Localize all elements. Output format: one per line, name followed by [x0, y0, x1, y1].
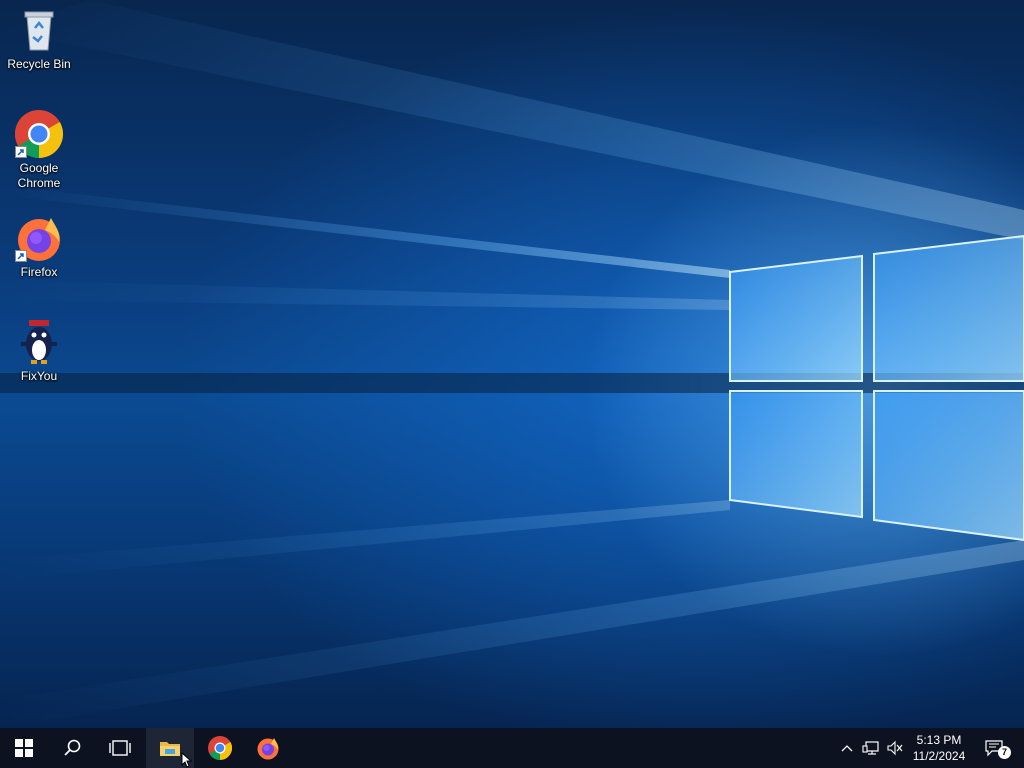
clock-date: 11/2/2024	[912, 749, 966, 763]
chrome-icon	[14, 109, 64, 158]
chevron-up-icon	[841, 745, 853, 752]
desktop-icon-fixyou[interactable]: FixYou	[4, 318, 74, 384]
desktop: Recycle Bin Google Chrome Firefox FixYou	[0, 0, 1024, 728]
wallpaper	[0, 0, 1024, 728]
desktop-icon-firefox[interactable]: Firefox	[4, 214, 74, 280]
recycle-bin-icon	[15, 6, 63, 54]
network-tray-button[interactable]	[860, 728, 882, 768]
windows-start-icon	[15, 739, 33, 757]
taskbar-chrome[interactable]	[196, 728, 244, 768]
mouse-cursor-icon	[181, 752, 193, 768]
clock-time: 5:13 PM	[916, 733, 962, 747]
start-button[interactable]	[0, 728, 48, 768]
firefox-icon	[257, 738, 279, 760]
chrome-icon	[208, 736, 232, 760]
shortcut-arrow-icon	[15, 250, 27, 262]
task-view-button[interactable]	[96, 728, 144, 768]
desktop-icon-label: Firefox	[20, 265, 58, 279]
search-icon	[64, 739, 81, 756]
taskbar-firefox[interactable]	[244, 728, 292, 768]
shortcut-arrow-icon	[15, 146, 27, 158]
firefox-icon	[15, 214, 63, 262]
desktop-icon-label: FixYou	[20, 369, 58, 383]
file-explorer-icon	[160, 742, 180, 756]
show-hidden-icons-button[interactable]	[838, 728, 856, 768]
taskbar: 5:13 PM 11/2/2024 7	[0, 728, 1024, 768]
fixyou-icon	[15, 318, 63, 366]
desktop-icon-label: Recycle Bin	[7, 57, 71, 71]
desktop-icon-recycle-bin[interactable]: Recycle Bin	[4, 6, 74, 72]
clock[interactable]: 5:13 PM 11/2/2024	[900, 728, 978, 768]
desktop-icon-google-chrome[interactable]: Google Chrome	[4, 109, 74, 191]
desktop-icon-label: Google Chrome	[17, 161, 61, 190]
search-button[interactable]	[48, 728, 96, 768]
task-view-icon	[109, 740, 131, 756]
notification-count-badge: 7	[998, 746, 1011, 759]
network-icon	[862, 741, 879, 755]
